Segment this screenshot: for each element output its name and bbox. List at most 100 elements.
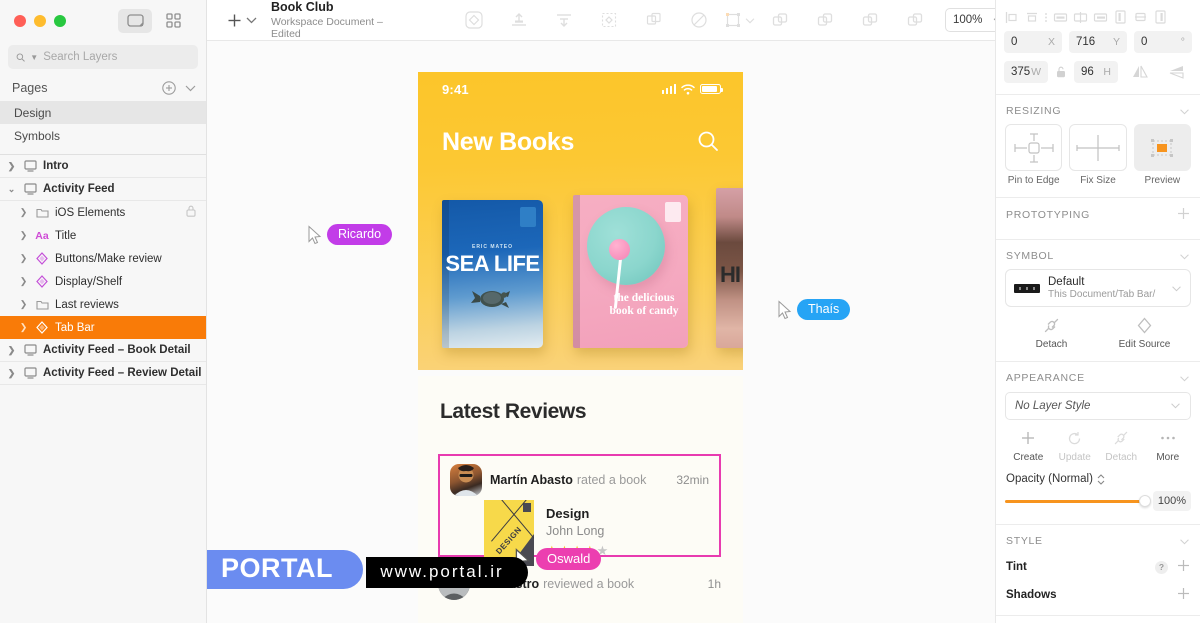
layer-row-title[interactable]: ❯ Aa Title (0, 224, 206, 247)
disclosure-chevron-right-icon[interactable]: ❯ (18, 276, 29, 287)
search-input[interactable] (43, 51, 190, 63)
window-controls[interactable] (14, 14, 66, 27)
transform-button[interactable] (721, 0, 757, 41)
intersect-shape-button[interactable] (847, 0, 892, 41)
pages-chevron-down-icon[interactable] (185, 84, 196, 92)
mask-button[interactable] (676, 0, 721, 41)
search-layers-box[interactable]: ▼ (8, 45, 198, 69)
align-vertical-center-button[interactable] (1130, 8, 1150, 26)
book-cover-candy[interactable]: the delicious book of candy (573, 195, 688, 348)
layer-row-activity-feed-book-detail[interactable]: ❯ Activity Feed – Book Detail (0, 339, 206, 362)
union-shape-button[interactable] (757, 0, 802, 41)
union-button[interactable] (631, 0, 676, 41)
opacity-value[interactable]: 100% (1153, 491, 1191, 511)
align-middle-button[interactable] (1070, 8, 1090, 26)
symbol-section-header[interactable]: SYMBOL (996, 240, 1200, 268)
align-vertical-left-button[interactable] (1110, 8, 1130, 26)
align-top-button[interactable] (496, 0, 541, 41)
disclosure-chevron-right-icon[interactable]: ❯ (6, 161, 17, 172)
opacity-slider[interactable] (1005, 495, 1151, 507)
height-field[interactable]: 96 H (1074, 61, 1118, 83)
resizing-section-header[interactable]: RESIZING (996, 95, 1200, 123)
distribute-button[interactable] (541, 0, 586, 41)
x-position-field[interactable]: 0 X (1004, 31, 1062, 53)
difference-shape-button[interactable] (892, 0, 937, 41)
subtract-shape-button[interactable] (802, 0, 847, 41)
disclosure-chevron-right-icon[interactable]: ❯ (6, 345, 17, 356)
page-item-symbols[interactable]: Symbols (0, 124, 206, 147)
toggle-grid-view-button[interactable] (156, 9, 190, 33)
alignment-more-button[interactable] (1042, 8, 1050, 26)
insert-menu-button[interactable] (207, 13, 257, 28)
flip-horizontal-button[interactable] (1125, 61, 1155, 83)
create-symbol-button[interactable] (451, 0, 496, 41)
more-style-button[interactable]: More (1145, 428, 1192, 463)
maximize-icon[interactable] (54, 14, 66, 27)
scale-button[interactable] (586, 0, 631, 41)
detach-symbol-button[interactable]: Detach (1005, 315, 1098, 350)
lock-icon[interactable] (186, 205, 196, 220)
layer-row-buttons-make-review[interactable]: ❯ Buttons/Make review (0, 247, 206, 270)
flip-vertical-button[interactable] (1162, 61, 1192, 83)
edit-source-button[interactable]: Edit Source (1098, 315, 1191, 350)
align-bottom-edge-button[interactable] (1090, 8, 1110, 26)
page-item-design[interactable]: Design (0, 101, 206, 124)
document-title-block[interactable]: Book Club Workspace Document – Edited (271, 0, 393, 40)
chevron-down-icon[interactable] (1179, 534, 1190, 548)
add-page-icon[interactable] (162, 81, 176, 95)
layer-row-intro[interactable]: ❯ Intro (0, 155, 206, 178)
resize-option-pin-to-edge[interactable]: Pin to Edge (1005, 124, 1063, 186)
layer-row-ios-elements[interactable]: ❯ iOS Elements (0, 201, 206, 224)
disclosure-chevron-right-icon[interactable]: ❯ (18, 253, 29, 264)
layer-row-activity-feed-review-detail[interactable]: ❯ Activity Feed – Review Detail (0, 362, 206, 385)
add-prototyping-icon[interactable] (1177, 207, 1190, 223)
create-style-button[interactable]: Create (1005, 428, 1052, 463)
disclosure-chevron-down-icon[interactable]: ⌄ (6, 184, 17, 195)
stepper-icon[interactable] (1097, 473, 1105, 485)
chevron-down-icon[interactable] (1179, 371, 1190, 385)
align-center-horizontal-button[interactable] (1022, 8, 1042, 26)
prototyping-section-header[interactable]: PROTOTYPING (996, 198, 1200, 228)
help-icon[interactable]: ? (1155, 560, 1168, 574)
resize-option-fix-size[interactable]: Fix Size (1069, 124, 1127, 186)
disclosure-chevron-right-icon[interactable]: ❯ (18, 322, 29, 333)
tint-row[interactable]: Tint ? (996, 553, 1200, 581)
add-tint-icon[interactable] (1177, 559, 1190, 575)
add-shadow-icon[interactable] (1177, 587, 1190, 603)
style-section-header[interactable]: STYLE (996, 525, 1200, 553)
align-vertical-right-button[interactable] (1150, 8, 1170, 26)
y-position-field[interactable]: 716 Y (1069, 31, 1127, 53)
disclosure-chevron-right-icon[interactable]: ❯ (18, 207, 29, 218)
resize-option-preview[interactable]: Preview (1133, 124, 1191, 186)
disclosure-chevron-right-icon[interactable]: ❯ (6, 368, 17, 379)
disclosure-chevron-right-icon[interactable]: ❯ (18, 230, 29, 241)
lock-aspect-ratio-button[interactable] (1055, 66, 1067, 78)
artboard-activity-feed[interactable]: 9:41 New Books ERIC MATEO SEA LIFE the d… (418, 72, 743, 623)
chevron-down-icon[interactable] (1179, 104, 1190, 118)
symbol-selector[interactable]: Default This Document/Tab Bar/ (1005, 269, 1191, 307)
layer-row-display-shelf[interactable]: ❯ Display/Shelf (0, 270, 206, 293)
slider-knob[interactable] (1139, 495, 1151, 507)
layer-row-tab-bar[interactable]: ❯ Tab Bar (0, 316, 206, 339)
close-icon[interactable] (14, 14, 26, 27)
toggle-layers-panel-button[interactable] (118, 8, 152, 33)
appearance-section-header[interactable]: APPEARANCE (996, 362, 1200, 390)
align-top-edge-button[interactable] (1050, 8, 1070, 26)
make-exportable-section-header[interactable]: MAKE EXPORTABLE (996, 616, 1200, 623)
opacity-label-row[interactable]: Opacity (Normal) (996, 463, 1200, 485)
shadows-row[interactable]: Shadows (996, 581, 1200, 609)
book-cover-sea-life[interactable]: ERIC MATEO SEA LIFE (442, 200, 543, 348)
chevron-down-icon[interactable] (1179, 249, 1190, 263)
width-field[interactable]: 375 W (1004, 61, 1048, 83)
align-left-button[interactable] (1002, 8, 1022, 26)
phone-search-button[interactable] (697, 130, 719, 155)
chevron-down-icon[interactable] (1171, 281, 1182, 295)
design-canvas[interactable]: 9:41 New Books ERIC MATEO SEA LIFE the d… (207, 41, 995, 623)
layer-row-last-reviews[interactable]: ❯ Last reviews (0, 293, 206, 316)
rotation-field[interactable]: 0 ° (1134, 31, 1192, 53)
review-card-selected[interactable]: Martín Abasto rated a book 32min DESIGN … (438, 454, 721, 566)
layer-style-selector[interactable]: No Layer Style (1005, 392, 1191, 420)
disclosure-chevron-right-icon[interactable]: ❯ (18, 299, 29, 310)
minimize-icon[interactable] (34, 14, 46, 27)
book-cover-hi[interactable]: HI (716, 188, 743, 348)
